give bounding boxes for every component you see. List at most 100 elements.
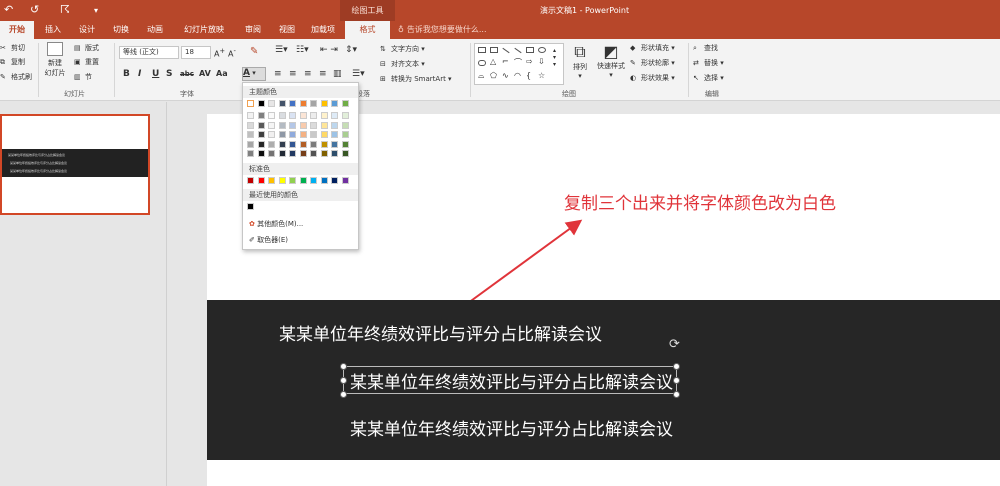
theme-color-swatch[interactable] <box>247 100 254 107</box>
tab-addins[interactable]: 加载项 <box>306 21 340 39</box>
theme-shade-swatch[interactable] <box>331 150 338 157</box>
format-painter-button[interactable]: ✎ 格式刷 <box>0 72 32 82</box>
redo-icon[interactable]: ↺ <box>30 3 39 16</box>
theme-shade-swatch[interactable] <box>247 112 254 119</box>
theme-shade-swatch[interactable] <box>299 112 307 119</box>
undo-icon[interactable]: ↶ <box>4 3 13 16</box>
standard-color-swatch[interactable] <box>299 177 307 184</box>
resize-handle-bottom-left[interactable] <box>340 391 347 398</box>
columns-icon[interactable]: ▥ <box>333 69 342 79</box>
curve-shape-icon[interactable]: ⌒ <box>514 57 522 68</box>
align-center-icon[interactable]: ≡ <box>289 69 297 79</box>
clear-formatting-icon[interactable]: ✎ <box>250 46 258 57</box>
star-shape-icon[interactable]: ☆ <box>538 71 545 80</box>
justify-icon[interactable]: ≡ <box>319 69 327 79</box>
numbering-icon[interactable]: ☷▾ <box>296 45 309 55</box>
bullets-icon[interactable]: ☰▾ <box>275 45 288 55</box>
theme-color-swatch[interactable] <box>341 100 349 107</box>
grow-font-icon[interactable]: A+ <box>214 47 225 59</box>
quick-styles-button[interactable]: ◩ 快速样式 ▾ <box>594 42 628 79</box>
theme-shade-swatch[interactable] <box>341 131 349 138</box>
shapes-gallery[interactable]: △ ⌐ ⌒ ⇨ ⇩ ⌓ ⬠ ∿ ◠ { ☆ ▴ ▾ ▾ <box>474 43 564 85</box>
theme-shade-swatch[interactable] <box>289 112 296 119</box>
theme-shade-swatch[interactable] <box>247 150 254 157</box>
theme-shade-swatch[interactable] <box>289 150 296 157</box>
standard-color-swatch[interactable] <box>247 177 254 184</box>
shrink-font-icon[interactable]: A- <box>228 47 236 59</box>
theme-shade-swatch[interactable] <box>268 150 275 157</box>
theme-shade-swatch[interactable] <box>331 121 338 129</box>
rectangle-shape-icon[interactable] <box>526 47 534 53</box>
align-right-icon[interactable]: ≡ <box>304 69 312 79</box>
theme-shade-swatch[interactable] <box>299 121 307 129</box>
theme-color-swatch[interactable] <box>289 100 296 107</box>
copy-button[interactable]: ⧉ 复制 <box>0 57 25 67</box>
theme-shade-swatch[interactable] <box>341 150 349 157</box>
theme-shade-swatch[interactable] <box>341 140 349 148</box>
elbow-shape-icon[interactable]: ⌐ <box>502 57 509 66</box>
theme-shade-swatch[interactable] <box>320 131 328 138</box>
theme-shade-swatch[interactable] <box>247 140 254 148</box>
theme-shade-swatch[interactable] <box>341 121 349 129</box>
wave-shape-icon[interactable]: ∿ <box>502 71 509 80</box>
theme-shade-swatch[interactable] <box>268 131 275 138</box>
theme-shade-swatch[interactable] <box>257 121 265 129</box>
theme-shade-swatch[interactable] <box>320 121 328 129</box>
standard-color-swatch[interactable] <box>341 177 349 184</box>
theme-shade-swatch[interactable] <box>310 150 317 157</box>
theme-color-swatch[interactable] <box>268 100 275 107</box>
align-text-button[interactable]: ⊟ 对齐文本 ▾ <box>380 59 425 69</box>
theme-shade-swatch[interactable] <box>257 150 265 157</box>
tell-me-search[interactable]: ♁ 告诉我您想要做什么... <box>398 21 487 39</box>
align-left-icon[interactable]: ≡ <box>274 69 282 79</box>
theme-shade-swatch[interactable] <box>331 131 338 138</box>
theme-shade-swatch[interactable] <box>289 140 296 148</box>
replace-button[interactable]: ⇄ 替换 ▾ <box>693 58 724 68</box>
standard-color-swatch[interactable] <box>310 177 317 184</box>
indent-icon[interactable]: ⇤ ⇥ <box>320 45 338 55</box>
selected-textbox-outline[interactable] <box>343 366 677 394</box>
standard-color-swatch[interactable] <box>278 177 286 184</box>
theme-shade-swatch[interactable] <box>278 140 286 148</box>
tab-format[interactable]: 格式 <box>345 21 390 39</box>
brace-shape-icon[interactable]: { <box>526 71 531 80</box>
resize-handle-bottom-right[interactable] <box>673 391 680 398</box>
reset-button[interactable]: ▣ 重置 <box>74 57 99 67</box>
tab-transitions[interactable]: 切换 <box>106 21 136 39</box>
layout-button[interactable]: ▤ 版式 <box>74 43 99 53</box>
oval-shape-icon[interactable] <box>538 47 546 53</box>
tab-slideshow[interactable]: 幻灯片放映 <box>174 21 234 39</box>
strikethrough-icon[interactable]: abc <box>180 70 194 78</box>
rounded-rect-shape-icon[interactable] <box>478 60 486 66</box>
change-case-icon[interactable]: Aa <box>216 69 228 78</box>
shape-effects-button[interactable]: ◐ 形状效果 ▾ <box>630 73 675 83</box>
theme-shade-swatch[interactable] <box>257 131 265 138</box>
right-arrow-shape-icon[interactable]: ⇨ <box>526 57 533 66</box>
text-direction-button[interactable]: ⇅ 文字方向 ▾ <box>380 44 425 54</box>
italic-icon[interactable]: I <box>138 69 141 79</box>
theme-color-swatch[interactable] <box>278 100 286 107</box>
theme-shade-swatch[interactable] <box>310 131 317 138</box>
character-spacing-icon[interactable]: AV <box>199 69 211 78</box>
gallery-scroll-icon[interactable]: ▴ ▾ ▾ <box>553 47 556 68</box>
recent-color-swatch[interactable] <box>247 203 254 210</box>
freeform-shape-icon[interactable]: ⌓ <box>478 71 484 81</box>
theme-shade-swatch[interactable] <box>320 150 328 157</box>
smartart-button[interactable]: ⊞ 转换为 SmartArt ▾ <box>380 74 452 84</box>
standard-color-swatch[interactable] <box>331 177 338 184</box>
resize-handle-mid-left[interactable] <box>340 377 347 384</box>
tab-animations[interactable]: 动画 <box>140 21 170 39</box>
rotate-handle-icon[interactable]: ⟳ <box>669 337 683 352</box>
arrow-line-shape-icon[interactable] <box>514 47 522 54</box>
resize-handle-top-right[interactable] <box>673 363 680 370</box>
shape-fill-button[interactable]: ◆ 形状填充 ▾ <box>630 43 675 53</box>
font-size-combo[interactable]: 18 <box>181 46 211 59</box>
theme-shade-swatch[interactable] <box>289 131 296 138</box>
section-button[interactable]: ▥ 节 <box>74 72 92 82</box>
theme-shade-swatch[interactable] <box>247 121 254 129</box>
theme-color-swatch[interactable] <box>320 100 328 107</box>
theme-shade-swatch[interactable] <box>341 112 349 119</box>
font-color-button[interactable]: A ▾ <box>242 67 266 81</box>
tab-insert[interactable]: 插入 <box>38 21 68 39</box>
columns-dropdown-icon[interactable]: ☰▾ <box>352 69 365 79</box>
